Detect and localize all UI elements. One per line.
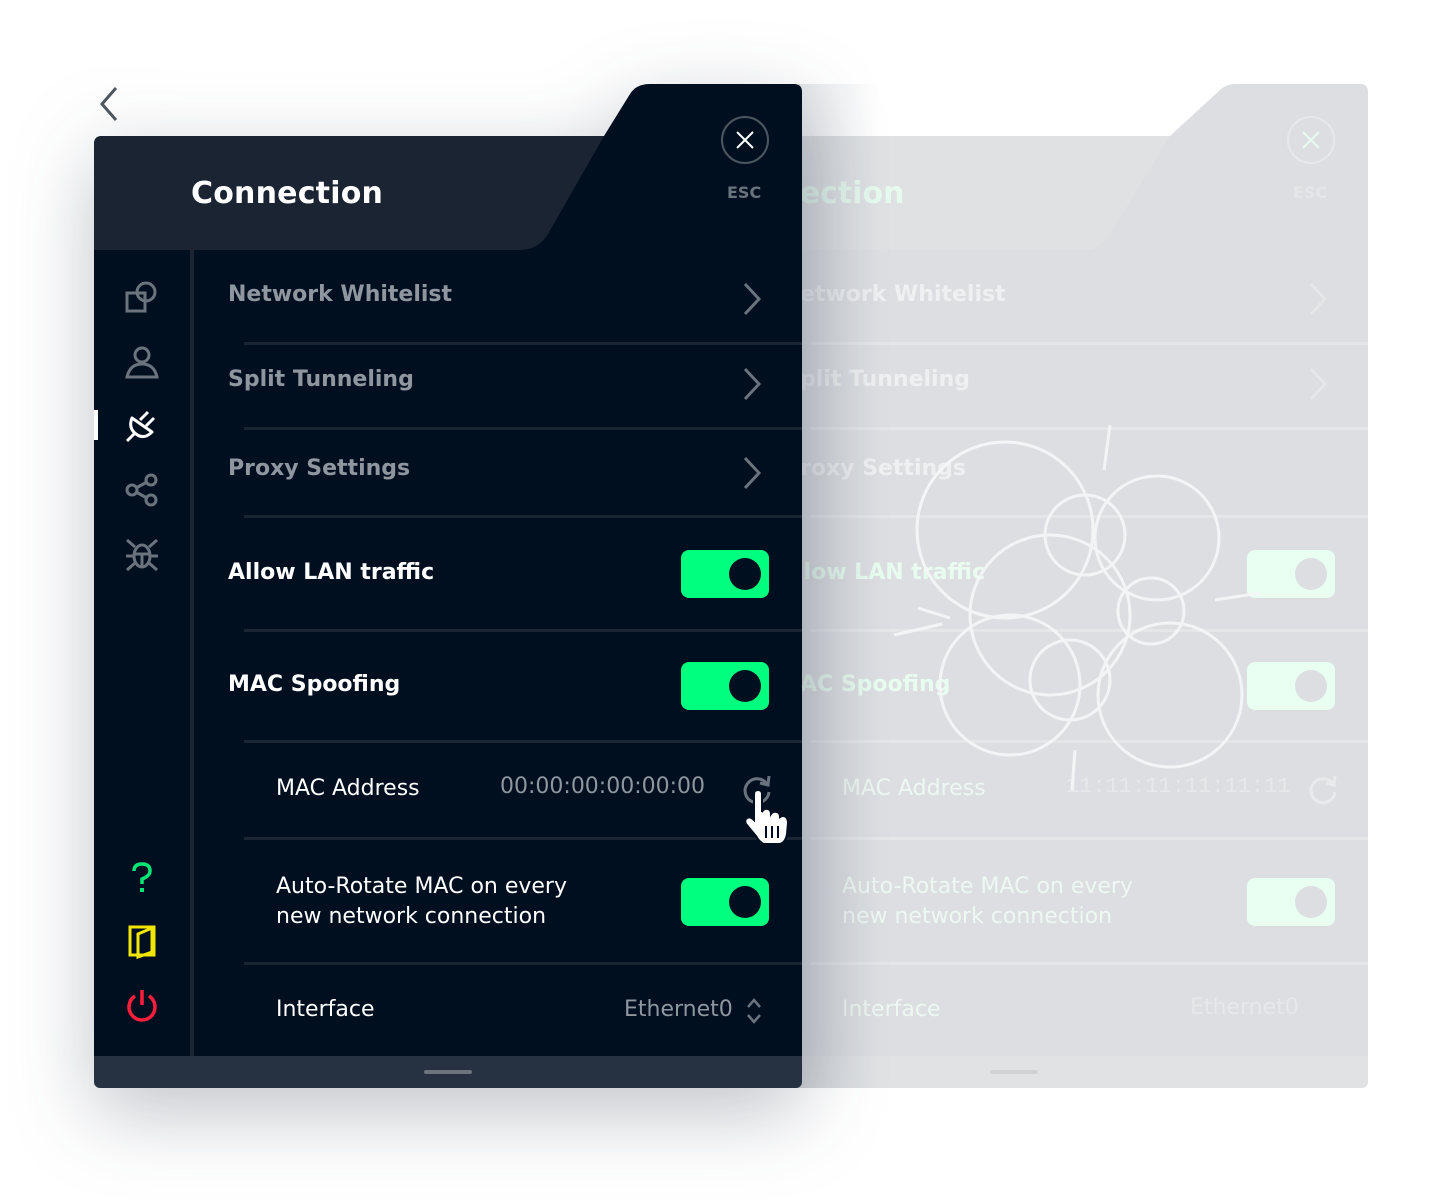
mac-address-value: 00:00:00:00:00:00 <box>500 774 706 799</box>
user-icon[interactable] <box>124 344 160 380</box>
nav-row-proxy-settings[interactable]: Proxy Settings <box>194 456 802 496</box>
ghost-toggle <box>1247 662 1335 710</box>
divider <box>810 629 1368 632</box>
settings-panel: Connection ESC Network Whitelist Split T… <box>94 84 802 1088</box>
close-icon <box>736 131 754 149</box>
split-tunneling-label: Split Tunneling <box>228 367 414 392</box>
interface-select-value[interactable]: Ethernet0 <box>624 997 733 1022</box>
toggle-knob <box>729 886 761 918</box>
auto-rotate-label: Auto-Rotate MAC on every new network conn… <box>276 872 567 932</box>
page-title: Connection <box>191 176 384 211</box>
divider <box>244 837 802 840</box>
ghost-interface-value: Ethernet0 <box>1190 995 1299 1020</box>
ghost-esc-label: ESC <box>1293 183 1328 202</box>
shapes-icon[interactable] <box>124 280 160 316</box>
ghost-mac-value: 11:11:11:11:11:11 <box>1066 774 1291 799</box>
interface-label: Interface <box>276 997 375 1022</box>
nav-row-split-tunneling[interactable]: Split Tunneling <box>194 367 802 407</box>
divider <box>810 427 1368 430</box>
auto-rotate-label-line2: new network connection <box>276 904 547 929</box>
header: Connection ESC <box>94 84 802 250</box>
active-indicator <box>94 410 98 440</box>
divider <box>244 342 802 345</box>
ghost-label: Auto-Rotate MAC on every new network conn… <box>842 874 1133 929</box>
chevron-right-icon[interactable] <box>742 367 762 401</box>
mac-spoofing-label: MAC Spoofing <box>228 672 401 697</box>
door-exit-icon[interactable] <box>124 924 160 960</box>
hand-cursor-icon <box>744 790 790 845</box>
toggle-knob <box>729 558 761 590</box>
chevron-right-icon <box>1309 367 1328 401</box>
esc-label: ESC <box>727 183 762 202</box>
mac-spoofing-toggle[interactable] <box>681 662 769 710</box>
toggle-knob <box>729 670 761 702</box>
share-icon[interactable] <box>124 472 160 508</box>
network-whitelist-label: Network Whitelist <box>228 282 453 307</box>
divider <box>810 342 1368 345</box>
ghost-toggle <box>1247 878 1335 926</box>
allow-lan-label: Allow LAN traffic <box>228 560 435 585</box>
help-icon[interactable] <box>124 860 160 896</box>
close-button[interactable] <box>721 116 769 164</box>
panel-footer <box>94 1056 802 1088</box>
mac-address-label: MAC Address <box>276 776 420 801</box>
divider <box>810 740 1368 743</box>
chevron-right-icon[interactable] <box>742 456 762 490</box>
allow-lan-toggle[interactable] <box>681 550 769 598</box>
chevron-right-icon[interactable] <box>742 282 762 316</box>
panel-body: Network Whitelist Split Tunneling Proxy … <box>94 250 802 1056</box>
power-icon[interactable] <box>124 988 160 1024</box>
divider <box>244 515 802 518</box>
auto-rotate-label-line1: Auto-Rotate MAC on every <box>276 874 567 899</box>
sidebar <box>94 250 190 1056</box>
chevron-right-icon <box>1309 282 1328 316</box>
divider <box>810 837 1368 840</box>
divider <box>244 427 802 430</box>
divider <box>810 515 1368 518</box>
chevron-left-icon[interactable] <box>94 84 124 124</box>
divider <box>810 962 1368 965</box>
drag-handle[interactable] <box>424 1070 472 1074</box>
ghost-drag-handle <box>990 1070 1038 1074</box>
divider <box>244 629 802 632</box>
select-arrows-icon[interactable] <box>746 997 762 1025</box>
proxy-settings-label: Proxy Settings <box>228 456 411 481</box>
settings-list: Network Whitelist Split Tunneling Proxy … <box>194 250 802 1056</box>
close-icon <box>1302 131 1320 149</box>
nav-row-network-whitelist[interactable]: Network Whitelist <box>194 282 802 322</box>
ghost-toggle <box>1247 550 1335 598</box>
refresh-icon <box>1309 775 1337 805</box>
divider <box>244 962 802 965</box>
bug-icon[interactable] <box>124 536 160 572</box>
divider <box>244 740 802 743</box>
plug-icon[interactable] <box>124 408 160 444</box>
ghost-close-button <box>1287 116 1335 164</box>
auto-rotate-toggle[interactable] <box>681 878 769 926</box>
